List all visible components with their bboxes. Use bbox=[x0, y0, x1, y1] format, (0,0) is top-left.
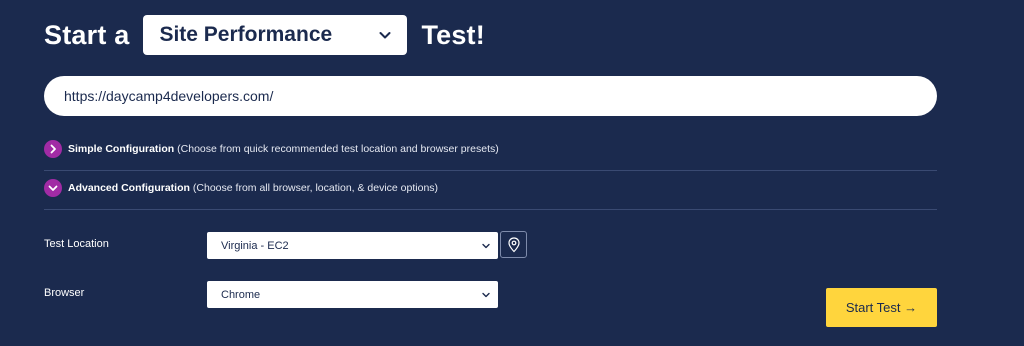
test-location-selected-value: Virginia - EC2 bbox=[221, 239, 289, 252]
test-location-select[interactable]: Virginia - EC2 bbox=[207, 232, 498, 259]
heading-prefix: Start a bbox=[44, 19, 130, 50]
chevron-down-icon bbox=[482, 292, 490, 297]
config-divider bbox=[44, 209, 937, 210]
url-input[interactable] bbox=[44, 76, 937, 116]
chevron-down-icon bbox=[482, 243, 490, 248]
simple-configuration-label: Simple Configuration bbox=[68, 143, 175, 155]
browser-selected-value: Chrome bbox=[221, 288, 261, 301]
heading-suffix: Test! bbox=[421, 19, 485, 50]
browser-label: Browser bbox=[44, 287, 85, 299]
config-divider bbox=[44, 170, 937, 171]
simple-configuration-toggle[interactable]: Simple Configuration (Choose from quick … bbox=[44, 134, 937, 164]
map-pin-icon bbox=[507, 236, 520, 252]
chevron-down-icon bbox=[44, 179, 62, 197]
simple-configuration-description: (Choose from quick recommended test loca… bbox=[177, 143, 499, 155]
advanced-configuration-label: Advanced Configuration bbox=[68, 182, 190, 194]
advanced-configuration-toggle[interactable]: Advanced Configuration (Choose from all … bbox=[44, 173, 937, 203]
test-location-label: Test Location bbox=[44, 238, 109, 250]
advanced-configuration-description: (Choose from all browser, location, & de… bbox=[192, 182, 439, 194]
chevron-down-icon bbox=[379, 32, 391, 39]
test-type-select[interactable]: Site Performance bbox=[143, 15, 408, 55]
chevron-right-icon bbox=[44, 140, 62, 158]
browser-select[interactable]: Chrome bbox=[207, 281, 498, 308]
page-heading: Start a Site Performance Test! bbox=[44, 14, 485, 56]
test-type-selected-value: Site Performance bbox=[159, 23, 333, 46]
map-location-button[interactable] bbox=[500, 231, 527, 258]
start-test-button[interactable]: Start Test → bbox=[826, 288, 937, 327]
